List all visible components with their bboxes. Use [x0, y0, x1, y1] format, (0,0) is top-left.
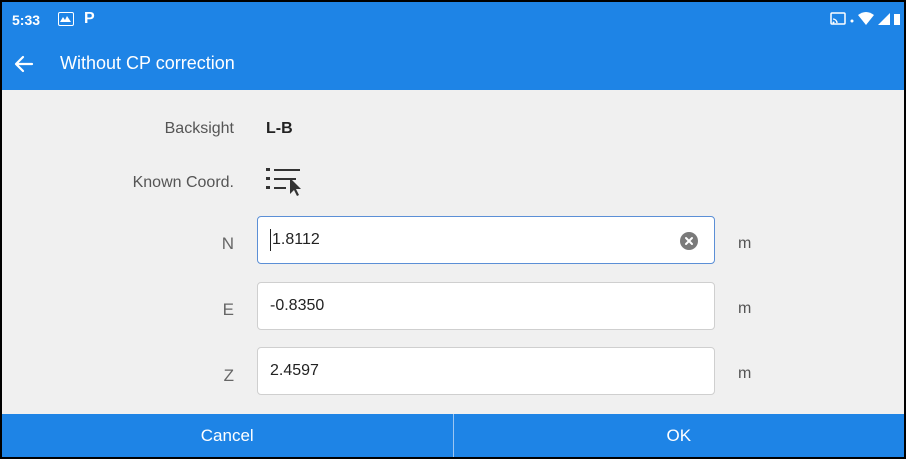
status-bar: 5:33 P	[2, 2, 904, 38]
signal-icon	[878, 12, 890, 31]
n-unit: m	[738, 235, 752, 252]
clear-icon[interactable]	[680, 232, 698, 250]
page-title: Without CP correction	[60, 53, 235, 73]
screen: 5:33 P Without CP correction Backsight L…	[2, 2, 904, 457]
z-input[interactable]: 2.4597	[257, 347, 715, 395]
text-cursor	[270, 229, 271, 251]
cast-icon	[830, 12, 846, 31]
e-value: -0.8350	[270, 297, 325, 314]
n-input[interactable]: 1.8112	[257, 216, 715, 264]
battery-icon	[894, 12, 900, 31]
e-input[interactable]: -0.8350	[257, 282, 715, 330]
known-coord-label: Known Coord.	[132, 174, 234, 191]
e-unit: m	[738, 300, 752, 317]
n-value: 1.8112	[272, 231, 320, 248]
p-icon: P	[84, 10, 95, 27]
bottom-bar: Cancel OK	[2, 414, 904, 457]
cancel-button[interactable]: Cancel	[2, 414, 453, 457]
wifi-icon	[858, 12, 874, 31]
gallery-icon	[58, 12, 74, 26]
z-label: Z	[223, 366, 234, 385]
status-time: 5:33	[12, 12, 41, 28]
ok-button[interactable]: OK	[453, 414, 904, 457]
z-unit: m	[738, 365, 752, 382]
app-bar: Without CP correction	[2, 38, 904, 90]
e-label: E	[222, 300, 234, 319]
arrow-left-icon[interactable]	[12, 52, 36, 76]
z-value: 2.4597	[270, 362, 319, 379]
dot-icon	[850, 12, 854, 31]
status-icons	[830, 12, 900, 31]
backsight-value: L-B	[266, 120, 293, 137]
backsight-label: Backsight	[164, 120, 234, 137]
n-label: N	[221, 234, 234, 253]
list-select-icon[interactable]	[266, 166, 306, 198]
